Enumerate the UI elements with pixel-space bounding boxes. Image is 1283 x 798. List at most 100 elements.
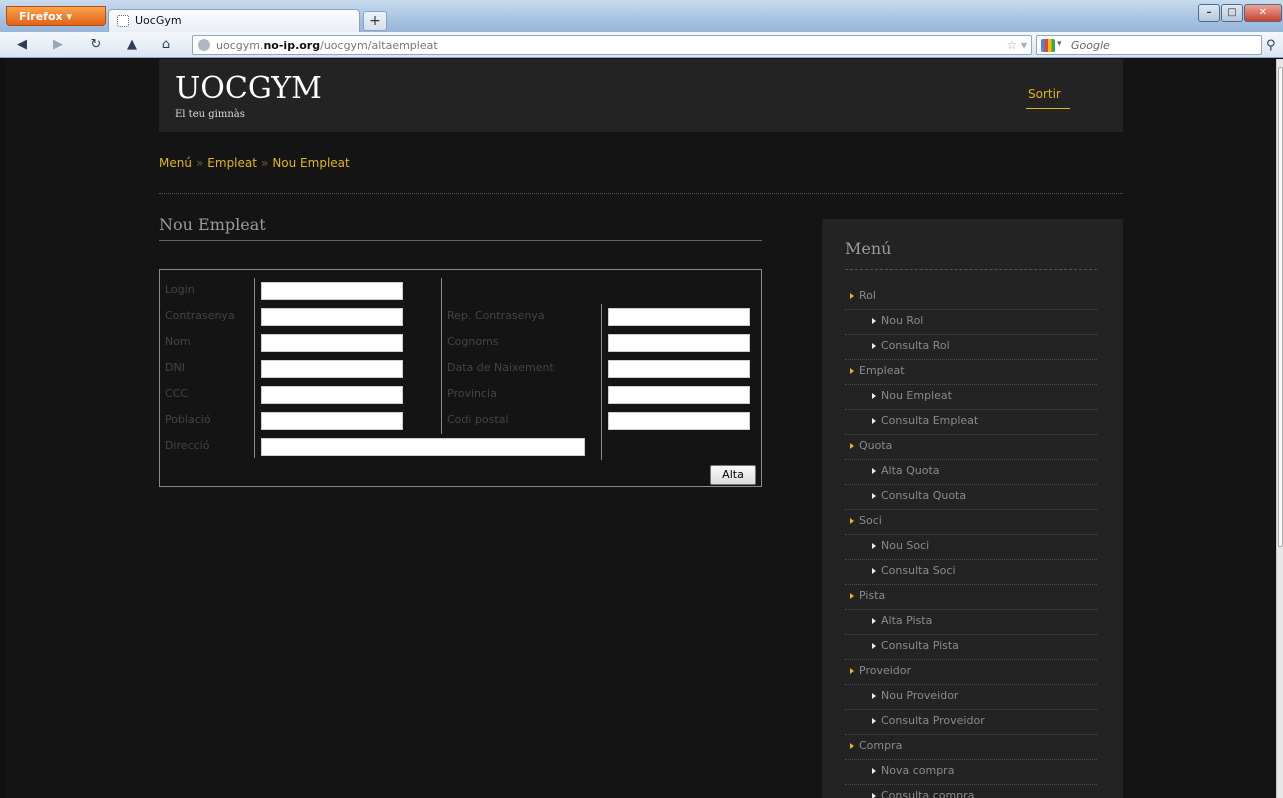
- window-titlebar: Firefox ▾ UocGym + – □ ✕: [0, 0, 1283, 32]
- bullet-arrow-icon: [850, 668, 854, 674]
- dni-label: DNI: [165, 361, 185, 374]
- bookmark-bird-icon[interactable]: ▲: [124, 37, 140, 53]
- address-input[interactable]: [261, 438, 585, 456]
- bullet-arrow-icon: [872, 768, 876, 774]
- login-input[interactable]: [261, 282, 403, 300]
- google-logo-icon[interactable]: [1041, 39, 1055, 52]
- sidebar-item-consulta-empleat[interactable]: Consulta Empleat: [845, 410, 1097, 435]
- sidebar-item-consulta-pista[interactable]: Consulta Pista: [845, 635, 1097, 660]
- new-tab-button[interactable]: +: [363, 11, 387, 31]
- search-engine-dropdown-icon[interactable]: ▾: [1057, 39, 1062, 49]
- close-button[interactable]: ✕: [1244, 4, 1282, 22]
- sidebar-item-nova-compra[interactable]: Nova compra: [845, 760, 1097, 785]
- breadcrumb-menu[interactable]: Menú: [159, 156, 192, 170]
- bullet-arrow-icon: [872, 418, 876, 424]
- sidebar-item-alta-pista[interactable]: Alta Pista: [845, 610, 1097, 635]
- vertical-scrollbar[interactable]: [1276, 59, 1283, 798]
- search-icon[interactable]: ⚲: [1266, 38, 1276, 53]
- birth-date-input[interactable]: [608, 360, 750, 378]
- breadcrumb-nou-empleat[interactable]: Nou Empleat: [272, 156, 349, 170]
- province-label: Provincia: [447, 387, 497, 400]
- breadcrumb-separator: »: [260, 156, 269, 170]
- sidebar-item-consulta-rol[interactable]: Consulta Rol: [845, 335, 1097, 360]
- site-logo[interactable]: UOCGYM: [175, 71, 322, 106]
- star-icon[interactable]: ☆ ▾: [1006, 38, 1027, 52]
- ccc-label: CCC: [165, 387, 189, 400]
- dni-input[interactable]: [261, 360, 403, 378]
- bullet-arrow-icon: [850, 593, 854, 599]
- address-bar[interactable]: uocgym.no-ip.org/uocgym/altaempleat ☆ ▾: [192, 35, 1032, 55]
- logout-link[interactable]: Sortir: [1028, 87, 1061, 101]
- sidebar-item-label: Consulta Soci: [881, 564, 956, 577]
- password-input[interactable]: [261, 308, 403, 326]
- minimize-button[interactable]: –: [1198, 4, 1220, 22]
- sidebar-item-pista[interactable]: Pista: [845, 585, 1097, 610]
- sidebar-item-nou-empleat[interactable]: Nou Empleat: [845, 385, 1097, 410]
- sidebar-item-label: Alta Pista: [881, 614, 933, 627]
- maximize-button[interactable]: □: [1221, 4, 1243, 22]
- repeat-password-input[interactable]: [608, 308, 750, 326]
- repeat-password-label: Rep. Contrasenya: [447, 309, 545, 322]
- scrollbar-thumb[interactable]: [1278, 67, 1283, 547]
- site-header: UOCGYM El teu gimnàs Sortir: [159, 59, 1123, 132]
- sidebar-item-consulta-quota[interactable]: Consulta Quota: [845, 485, 1097, 510]
- surnames-input[interactable]: [608, 334, 750, 352]
- page-title: Nou Empleat: [159, 215, 266, 234]
- ccc-input[interactable]: [261, 386, 403, 404]
- address-label: Direcció: [165, 439, 210, 452]
- home-icon[interactable]: ⌂: [158, 37, 174, 53]
- sidebar-item-empleat[interactable]: Empleat: [845, 360, 1097, 385]
- bullet-arrow-icon: [872, 543, 876, 549]
- sidebar-item-label: Soci: [859, 514, 882, 527]
- bullet-arrow-icon: [850, 293, 854, 299]
- bullet-arrow-icon: [872, 468, 876, 474]
- sidebar-item-nou-proveidor[interactable]: Nou Proveidor: [845, 685, 1097, 710]
- sidebar-item-quota[interactable]: Quota: [845, 435, 1097, 460]
- birth-date-label: Data de Naixement: [447, 361, 554, 374]
- reload-icon[interactable]: ↻: [88, 37, 104, 53]
- submit-button[interactable]: Alta: [710, 465, 756, 485]
- back-icon[interactable]: ◀: [14, 37, 30, 53]
- bullet-arrow-icon: [850, 368, 854, 374]
- divider: [159, 193, 1123, 194]
- sidebar-item-alta-quota[interactable]: Alta Quota: [845, 460, 1097, 485]
- name-input[interactable]: [261, 334, 403, 352]
- sidebar-item-rol[interactable]: Rol: [845, 285, 1097, 310]
- postal-code-input[interactable]: [608, 412, 750, 430]
- sidebar-item-label: Consulta Quota: [881, 489, 967, 502]
- bullet-arrow-icon: [872, 793, 876, 798]
- province-input[interactable]: [608, 386, 750, 404]
- search-bar[interactable]: ▾ Google: [1036, 35, 1262, 55]
- town-label: Població: [165, 413, 211, 426]
- breadcrumb-empleat[interactable]: Empleat: [207, 156, 257, 170]
- forward-icon[interactable]: ▶: [50, 37, 66, 53]
- globe-icon: [198, 39, 210, 51]
- url-path: /uocgym/altaempleat: [320, 39, 438, 52]
- url-prefix: uocgym.: [216, 39, 264, 52]
- column-separator: [601, 304, 602, 460]
- sidebar-item-label: Alta Quota: [881, 464, 940, 477]
- bullet-arrow-icon: [872, 493, 876, 499]
- sidebar-item-label: Consulta Rol: [881, 339, 950, 352]
- sidebar-item-consulta-soci[interactable]: Consulta Soci: [845, 560, 1097, 585]
- bullet-arrow-icon: [872, 643, 876, 649]
- sidebar-item-consulta-proveidor[interactable]: Consulta Proveidor: [845, 710, 1097, 735]
- sidebar-item-nou-soci[interactable]: Nou Soci: [845, 535, 1097, 560]
- sidebar-item-nou-rol[interactable]: Nou Rol: [845, 310, 1097, 335]
- url-text: uocgym.no-ip.org/uocgym/altaempleat: [216, 39, 438, 52]
- sidebar-item-label: Consulta Pista: [881, 639, 959, 652]
- sidebar-item-compra[interactable]: Compra: [845, 735, 1097, 760]
- sidebar-item-soci[interactable]: Soci: [845, 510, 1097, 535]
- firefox-menu-button[interactable]: Firefox ▾: [6, 6, 106, 26]
- tab-uocgym[interactable]: UocGym: [108, 9, 360, 32]
- bullet-arrow-icon: [872, 618, 876, 624]
- sidebar-item-proveidor[interactable]: Proveidor: [845, 660, 1097, 685]
- page: UOCGYM El teu gimnàs Sortir Menú» Empleat…: [6, 59, 1276, 798]
- sidebar-item-consulta-compra[interactable]: Consulta compra: [845, 785, 1097, 798]
- site-tagline: El teu gimnàs: [175, 109, 245, 120]
- sidebar-title-underline: [845, 269, 1097, 270]
- sidebar-item-label: Consulta Empleat: [881, 414, 979, 427]
- sidebar-item-label: Quota: [859, 439, 893, 452]
- town-input[interactable]: [261, 412, 403, 430]
- password-label: Contrasenya: [165, 309, 235, 322]
